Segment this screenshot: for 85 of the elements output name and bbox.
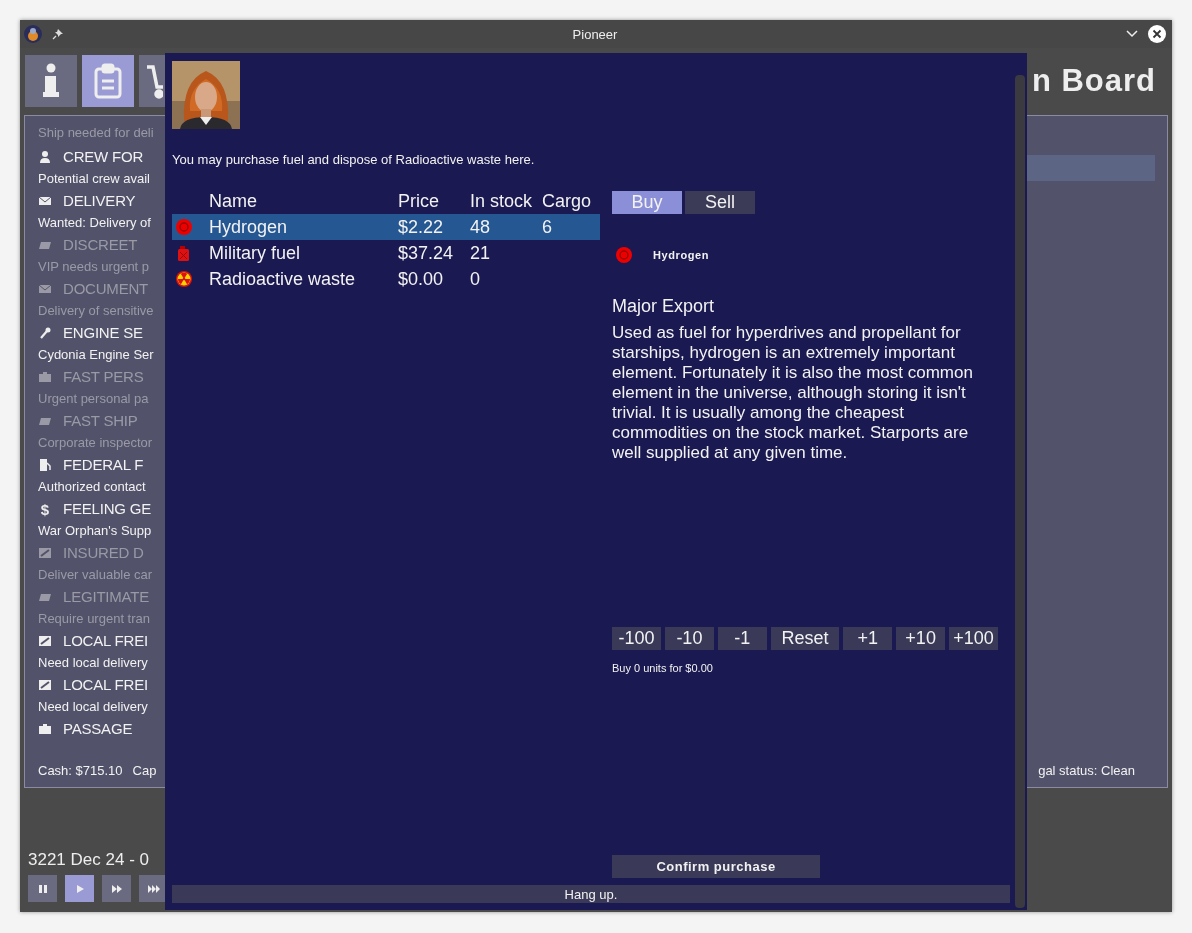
stock-cell-text: 48 (470, 216, 492, 238)
commodity-name: Military fuel (209, 242, 302, 264)
advert-description: Corporate inspector (38, 434, 153, 452)
fast-forward-button[interactable] (102, 875, 131, 902)
commodity-description: Used as fuel for hyperdrives and propellant for starships, hydrogen is an extremely important element. Fortunately it is also the most common element in the universe, although storing it isn't trivial. It is usually among the cheapest commodities on the stock market. Starports are well supplied at any given time. (612, 323, 974, 463)
commodity-name: Hydrogen (209, 216, 289, 238)
quantity-button[interactable]: +100 (949, 627, 998, 650)
advert-description: Need local delivery (38, 698, 148, 716)
quantity-button[interactable]: +10 (896, 627, 946, 650)
wrench-icon (38, 326, 52, 340)
market-status: Major Export (612, 296, 716, 317)
quantity-button[interactable]: -100 (612, 627, 661, 650)
window-title: Pioneer (572, 26, 618, 42)
price-cell-text: $37.24 (398, 242, 455, 264)
close-icon[interactable] (1148, 25, 1166, 43)
advert-description: War Orphan's Supp (38, 522, 152, 540)
app-icon (24, 25, 42, 43)
advert-title[interactable]: DELIVERY (63, 190, 136, 212)
advert-title[interactable]: LOCAL FREI (63, 674, 148, 696)
stock-cell-text: 21 (470, 242, 492, 264)
advert-description: Cydonia Engine Ser (38, 346, 154, 364)
briefcase-icon (38, 722, 52, 736)
trade-tab[interactable]: Sell (685, 191, 755, 214)
clipboard-tab[interactable] (82, 55, 134, 107)
parcel-icon (38, 634, 52, 648)
advert-description: Deliver valuable car (38, 566, 153, 584)
advert-title[interactable]: FEELING GE (63, 498, 152, 520)
price-cell-text: $0.00 (398, 268, 445, 290)
quantity-button[interactable]: -1 (717, 627, 767, 650)
advert-title[interactable]: PASSAGE (63, 718, 133, 740)
fuel-pump-icon (38, 458, 52, 472)
quantity-button[interactable]: -10 (664, 627, 714, 650)
advert-description: Need local delivery (38, 654, 148, 672)
envelope-icon (38, 194, 52, 208)
advert-description: Wanted: Delivery of (38, 214, 151, 232)
hang-up-button[interactable]: Hang up. (172, 885, 1010, 903)
chevron-down-icon[interactable] (1126, 30, 1138, 38)
advert-title[interactable]: ENGINE SE (63, 322, 143, 344)
stock-cell-text: 0 (470, 268, 481, 290)
parcel-icon (38, 546, 52, 560)
dollar-icon: $ (38, 500, 52, 518)
commodity-label: Hydrogen (653, 249, 710, 261)
column-header: Cargo (542, 190, 593, 212)
advert-description: VIP needs urgent p (38, 258, 150, 276)
cargo-cell-text: 6 (542, 216, 553, 238)
purchase-summary: Buy 0 units for $0.00 (612, 662, 714, 674)
advert-description: Require urgent tran (38, 610, 150, 628)
pause-button[interactable] (28, 875, 57, 902)
price-cell-text: $2.22 (398, 216, 445, 238)
column-header: Name (209, 190, 258, 212)
commodity-name: Radioactive waste (209, 268, 357, 290)
advert-description: Ship needed for deli (38, 124, 154, 142)
dialog-message: You may purchase fuel and dispose of Radioactive waste here. (172, 151, 536, 169)
radiation-icon (176, 271, 192, 287)
scrollbar[interactable] (1015, 75, 1025, 908)
date-time: 3221 Dec 24 - 0 (28, 850, 149, 870)
screen-title: n Board (1031, 63, 1156, 99)
commodity-row[interactable]: Hydrogen $2.22 48 6 (172, 214, 600, 240)
search-field[interactable] (1025, 155, 1155, 181)
column-header: Price (398, 190, 440, 212)
quantity-button[interactable]: Reset (770, 627, 840, 650)
info-tab[interactable] (25, 55, 77, 107)
briefcase-icon (38, 370, 52, 384)
envelope-icon (38, 282, 52, 296)
advert-title[interactable]: FEDERAL F (63, 454, 144, 476)
confirm-button[interactable]: Confirm purchase (612, 855, 820, 878)
commodity-row[interactable]: Radioactive waste $0.00 0 (172, 266, 600, 292)
fuel-can-icon (176, 245, 192, 261)
commodity-row[interactable]: Military fuel $37.24 21 (172, 240, 600, 266)
advert-description: Potential crew avail (38, 170, 150, 188)
pin-icon[interactable] (52, 28, 64, 40)
element-icon (176, 219, 192, 235)
column-header: In stock (470, 190, 534, 212)
capacity-label: Cap (132, 762, 157, 778)
cash-label: Cash: $715.10 (38, 762, 123, 778)
advert-description: Authorized contact (38, 478, 146, 496)
person-icon (38, 150, 52, 164)
advert-title[interactable]: CREW FOR (63, 146, 144, 168)
advert-description: Delivery of sensitive (38, 302, 154, 320)
quantity-button[interactable]: +1 (843, 627, 893, 650)
advert-title[interactable]: LOCAL FREI (63, 630, 148, 652)
parcel-icon (38, 678, 52, 692)
advert-description: Urgent personal pa (38, 390, 149, 408)
element-icon (616, 247, 632, 263)
legal-status-label: gal status: Clean (1038, 762, 1135, 778)
